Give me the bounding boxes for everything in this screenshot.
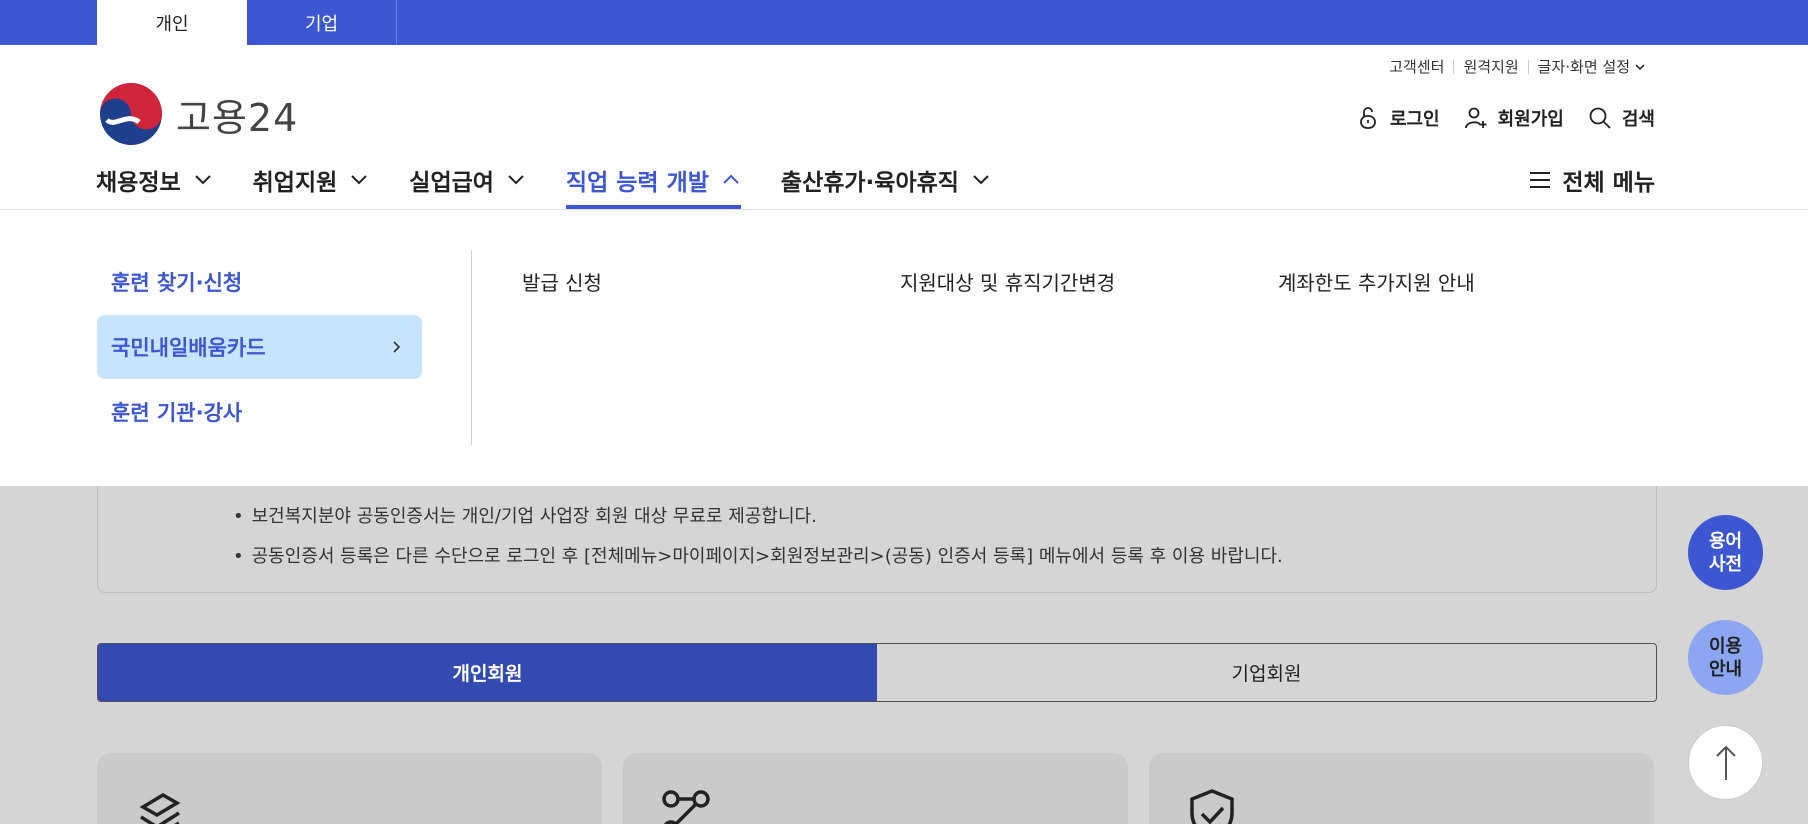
all-menu-label: 전체 메뉴	[1562, 170, 1655, 196]
site-header: 고용24 고객센터 원격지원 글자·화면 설정 로그인 회원가입 검색 채용정보…	[0, 45, 1808, 210]
login-button[interactable]: 로그인	[1356, 105, 1440, 131]
search-icon	[1589, 107, 1611, 129]
signup-label: 회원가입	[1497, 109, 1564, 130]
lock-icon	[1360, 107, 1376, 129]
customer-center-link[interactable]: 고객센터	[1380, 60, 1453, 75]
search-button[interactable]: 검색	[1588, 105, 1655, 131]
signup-button[interactable]: 회원가입	[1464, 105, 1564, 131]
login-label: 로그인	[1389, 109, 1440, 130]
guide-label: 안내	[1708, 658, 1743, 680]
chevron-down-icon	[973, 175, 989, 185]
logo-text: 고용24	[176, 95, 299, 140]
nav-unemployment-benefits[interactable]: 실업급여	[409, 163, 526, 209]
search-label: 검색	[1621, 109, 1655, 130]
layers-icon	[139, 792, 181, 824]
chevron-down-icon	[351, 175, 367, 185]
shield-check-icon	[1190, 789, 1234, 824]
dictionary-button[interactable]: 용어 사전	[1688, 515, 1763, 590]
nav-parental-leave[interactable]: 출산휴가·육아휴직	[781, 163, 991, 209]
nav-vocational-training-label: 직업 능력 개발	[565, 170, 709, 196]
nodes-icon	[662, 790, 710, 824]
nav-vocational-training[interactable]: 직업 능력 개발	[565, 163, 741, 209]
nav-unemployment-benefits-label: 실업급여	[409, 170, 494, 196]
member-type-tabs: 개인회원 기업회원	[97, 643, 1657, 702]
service-card[interactable]	[97, 753, 602, 824]
tab-personal-member[interactable]: 개인회원	[98, 644, 877, 701]
submenu-national-card[interactable]: 국민내일배움카드	[97, 315, 422, 379]
arrow-up-icon	[1715, 745, 1736, 780]
service-card[interactable]	[623, 753, 1128, 824]
notice-box: 보건복지분야 공동인증서는 개인/기업 사업장 회원 대상 무료로 제공합니다.…	[97, 486, 1657, 593]
nav-employment-support-label: 취업지원	[252, 170, 338, 196]
hamburger-icon	[1530, 172, 1551, 188]
service-card[interactable]	[1149, 753, 1654, 824]
dictionary-label: 사전	[1708, 553, 1743, 575]
header-actions: 로그인 회원가입 검색	[1332, 105, 1655, 131]
notice-line: 공동인증서 등록은 다른 수단으로 로그인 후 [전체메뉴>마이페이지>회원정보…	[233, 542, 1283, 568]
guide-label: 이용	[1708, 635, 1743, 657]
user-plus-icon	[1464, 107, 1487, 129]
nav-jobs[interactable]: 채용정보	[96, 163, 213, 209]
submenu-training-search[interactable]: 훈련 찾기·신청	[97, 250, 422, 314]
submenu-eligibility-change[interactable]: 지원대상 및 휴직기간변경	[900, 267, 1115, 296]
scroll-top-button[interactable]	[1688, 725, 1763, 800]
top-bar: 개인 기업	[0, 0, 1808, 45]
nav-employment-support[interactable]: 취업지원	[253, 163, 370, 209]
nav-parental-leave-label: 출산휴가·육아휴직	[780, 170, 959, 196]
chevron-down-icon	[1635, 64, 1645, 71]
submenu-issue-application[interactable]: 발급 신청	[522, 267, 602, 296]
site-logo[interactable]: 고용24	[99, 82, 298, 146]
chevron-down-icon	[508, 175, 524, 185]
nav-jobs-label: 채용정보	[96, 170, 181, 196]
notice-line: 보건복지분야 공동인증서는 개인/기업 사업장 회원 대상 무료로 제공합니다.	[233, 502, 817, 528]
display-settings-link[interactable]: 글자·화면 설정	[1527, 58, 1655, 76]
display-settings-label: 글자·화면 설정	[1537, 58, 1630, 76]
mega-menu: 훈련 찾기·신청 국민내일배움카드 훈련 기관·강사 발급 신청 지원대상 및 …	[0, 210, 1808, 486]
menu-divider	[471, 250, 472, 445]
submenu-account-limit-info[interactable]: 계좌한도 추가지원 안내	[1278, 267, 1475, 296]
chevron-right-icon	[393, 341, 401, 353]
dictionary-label: 용어	[1708, 530, 1743, 552]
all-menu-button[interactable]: 전체 메뉴	[1528, 163, 1655, 197]
tab-business[interactable]: 기업	[247, 0, 397, 45]
submenu-training-institution[interactable]: 훈련 기관·강사	[97, 380, 422, 444]
guide-button[interactable]: 이용 안내	[1688, 620, 1763, 695]
tab-personal[interactable]: 개인	[97, 0, 247, 45]
taegeuk-logo-icon	[100, 83, 162, 145]
utility-links: 고객센터 원격지원 글자·화면 설정	[1380, 58, 1655, 76]
chevron-down-icon	[194, 175, 211, 185]
tab-business-member[interactable]: 기업회원	[877, 644, 1656, 701]
submenu-national-card-label: 국민내일배움카드	[111, 336, 266, 360]
main-navigation: 채용정보 취업지원 실업급여 직업 능력 개발 출산휴가·육아휴직	[96, 163, 1031, 209]
remote-support-link[interactable]: 원격지원	[1453, 60, 1527, 75]
chevron-up-icon	[723, 174, 739, 184]
